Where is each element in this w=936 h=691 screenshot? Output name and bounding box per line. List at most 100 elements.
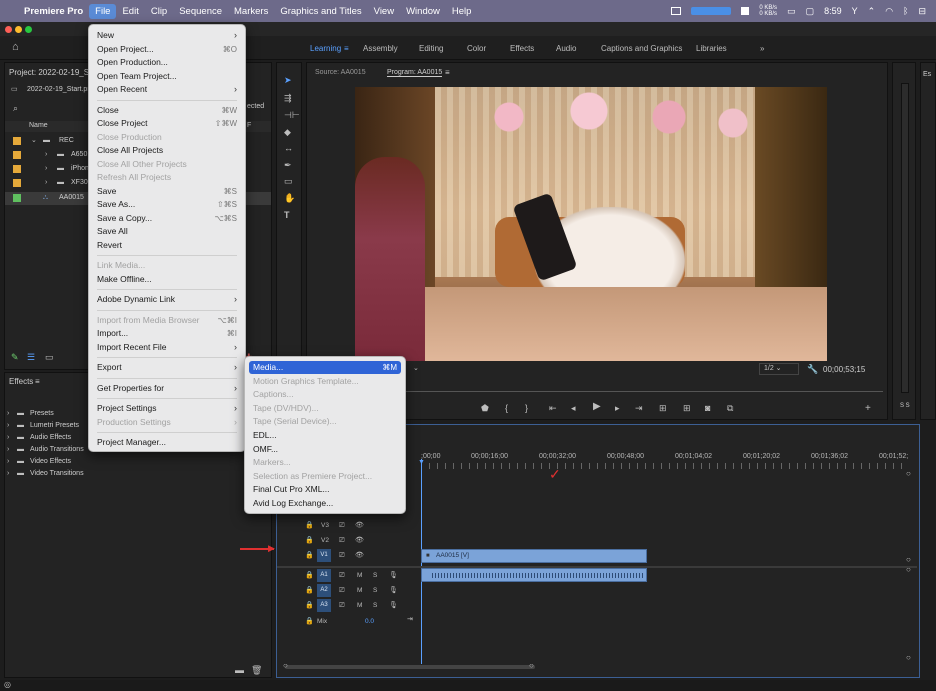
track-target-v1[interactable]: V1 <box>317 549 331 562</box>
in-point-icon[interactable]: { <box>505 403 508 413</box>
playhead-handle-icon[interactable]: ▼ <box>418 458 425 468</box>
export-menu-edl[interactable]: EDL... <box>253 429 397 442</box>
mute-button[interactable]: M <box>357 602 362 609</box>
label-color-swatch[interactable] <box>13 179 21 187</box>
timeline-ruler[interactable] <box>421 463 907 469</box>
pencil-icon[interactable]: ✎ <box>11 352 19 362</box>
file-menu-make-offline[interactable]: Make Offline... <box>97 273 237 286</box>
solo-button[interactable]: S <box>373 602 377 609</box>
expand-arrow-icon[interactable]: ⌄ <box>31 136 37 146</box>
export-menu-omf[interactable]: OMF... <box>253 443 397 456</box>
eye-icon[interactable]: 👁 <box>355 536 364 546</box>
delete-icon[interactable]: 🗑 <box>251 665 262 675</box>
file-menu-open-team-project[interactable]: Open Team Project... <box>97 70 237 83</box>
column-name[interactable]: Name <box>29 122 48 129</box>
track-select-tool-icon[interactable]: ⇶ <box>284 93 292 103</box>
file-menu-save-all[interactable]: Save All <box>97 225 237 238</box>
file-menu-get-properties-for[interactable]: Get Properties for › <box>97 382 237 395</box>
workspace-effects[interactable]: Effects <box>510 44 534 53</box>
effects-item-audio-transitions[interactable]: › ▬ Audio Transitions <box>7 445 97 457</box>
pen-tool-icon[interactable]: ✒ <box>284 160 292 170</box>
mix-value[interactable]: 0.0 <box>365 618 374 625</box>
lock-icon[interactable]: 🔒 <box>305 571 314 581</box>
file-menu-revert[interactable]: Revert <box>97 239 237 252</box>
expand-arrow-icon[interactable]: › <box>45 164 47 174</box>
effects-panel-title[interactable]: Effects <box>9 377 33 386</box>
go-to-in-icon[interactable]: ⇤ <box>549 403 557 413</box>
expand-arrow-icon[interactable]: › <box>45 178 47 188</box>
track-target-a2[interactable]: A2 <box>317 584 331 597</box>
sync-lock-icon[interactable]: ⎚ <box>339 521 345 531</box>
mic-icon[interactable]: 🎙 <box>389 571 398 581</box>
menu-icon-3[interactable]: ⌃ <box>868 6 876 17</box>
file-menu-open-recent[interactable]: Open Recent › <box>97 83 237 96</box>
home-icon[interactable]: ⌂ <box>12 42 19 53</box>
apple-icon[interactable] <box>0 9 18 13</box>
file-menu-save[interactable]: Save ⌘S <box>97 185 237 198</box>
sync-lock-icon[interactable]: ⎚ <box>339 551 345 561</box>
search-icon[interactable]: ⌕ <box>13 103 18 113</box>
comparison-view-icon[interactable]: ⧉ <box>727 403 733 413</box>
add-button-icon[interactable]: + <box>865 404 871 414</box>
menu-help[interactable]: Help <box>446 4 478 19</box>
menu-markers[interactable]: Markers <box>228 4 274 19</box>
lock-icon[interactable]: 🔒 <box>305 551 314 561</box>
export-menu-final-cut-pro-xml[interactable]: Final Cut Pro XML... <box>253 483 397 496</box>
bluetooth-icon[interactable]: ᛒ <box>903 6 908 16</box>
battery-meter-icon[interactable] <box>691 7 732 15</box>
file-menu-save-a-copy[interactable]: Save a Copy... ⌥⌘S <box>97 212 237 225</box>
ripple-edit-tool-icon[interactable]: ⊣⊢ <box>284 110 300 120</box>
menu-window[interactable]: Window <box>400 4 446 19</box>
sync-lock-icon[interactable]: ⎚ <box>339 536 345 546</box>
type-tool-icon[interactable]: T <box>284 210 290 220</box>
mix-go-end-icon[interactable]: ⇥ <box>407 615 413 625</box>
export-frame-icon[interactable]: ◙ <box>705 403 710 413</box>
menu-clip[interactable]: Clip <box>145 4 173 19</box>
essential-panel-title[interactable]: Es <box>923 71 931 78</box>
close-window-button[interactable] <box>5 26 12 33</box>
hand-tool-icon[interactable]: ✋ <box>284 193 295 203</box>
file-menu-adobe-dynamic-link[interactable]: Adobe Dynamic Link › <box>97 293 237 306</box>
video-clip[interactable]: ■ AA0015 [V] <box>421 549 647 563</box>
program-menu-icon[interactable]: ≡ <box>445 68 450 77</box>
more-workspaces-icon[interactable]: » <box>760 44 764 53</box>
slip-tool-icon[interactable]: ↔ <box>284 143 293 153</box>
workspace-assembly[interactable]: Assembly <box>363 44 398 53</box>
new-bin-icon[interactable]: ▬ <box>235 665 244 675</box>
lock-icon[interactable]: 🔒 <box>305 521 314 531</box>
file-menu-close[interactable]: Close ⌘W <box>97 104 237 117</box>
app-icon[interactable] <box>741 7 750 15</box>
file-menu-import[interactable]: Import... ⌘I <box>97 327 237 340</box>
solo-button[interactable]: S <box>373 572 377 579</box>
expand-arrow-icon[interactable]: › <box>45 150 47 160</box>
rectangle-tool-icon[interactable]: ▭ <box>284 176 293 186</box>
control-center-icon[interactable]: ⊟ <box>918 6 926 17</box>
mic-icon[interactable]: 🎙 <box>389 586 398 596</box>
icon-view-icon[interactable]: ▭ <box>45 352 54 362</box>
status-icon[interactable] <box>671 7 682 15</box>
file-menu-close-all-projects[interactable]: Close All Projects <box>97 144 237 157</box>
sync-lock-icon[interactable]: ⎚ <box>339 586 345 596</box>
zoom-select[interactable]: 1/2 ⌄ <box>759 363 799 375</box>
workspace-editing[interactable]: Editing <box>419 44 443 53</box>
lock-icon[interactable]: 🔒 <box>305 586 314 596</box>
workspace-audio[interactable]: Audio <box>556 44 576 53</box>
project-panel-title[interactable]: Project: 2022-02-19_Start <box>9 68 101 77</box>
out-point-icon[interactable]: } <box>525 403 528 413</box>
mute-button[interactable]: M <box>357 572 362 579</box>
video-frame[interactable] <box>355 87 827 361</box>
lock-icon[interactable]: 🔒 <box>305 617 314 627</box>
label-color-swatch[interactable] <box>13 165 21 173</box>
effects-item-video-effects[interactable]: › ▬ Video Effects <box>7 457 97 469</box>
menu-graphics[interactable]: Graphics and Titles <box>274 4 367 19</box>
workspace-menu-icon[interactable]: ≡ <box>344 44 349 53</box>
minimize-window-button[interactable] <box>15 26 22 33</box>
expand-arrow-icon[interactable]: › <box>7 457 9 467</box>
label-color-swatch[interactable] <box>13 151 21 159</box>
workspace-libraries[interactable]: Libraries <box>696 44 727 53</box>
effects-item-lumetri[interactable]: › ▬ Lumetri Presets <box>7 421 97 433</box>
expand-arrow-icon[interactable]: › <box>7 445 9 455</box>
expand-arrow-icon[interactable]: › <box>7 421 9 431</box>
wrench-icon[interactable]: 🔧 <box>807 364 818 374</box>
program-tab[interactable]: Program: AA0015 <box>387 69 443 77</box>
